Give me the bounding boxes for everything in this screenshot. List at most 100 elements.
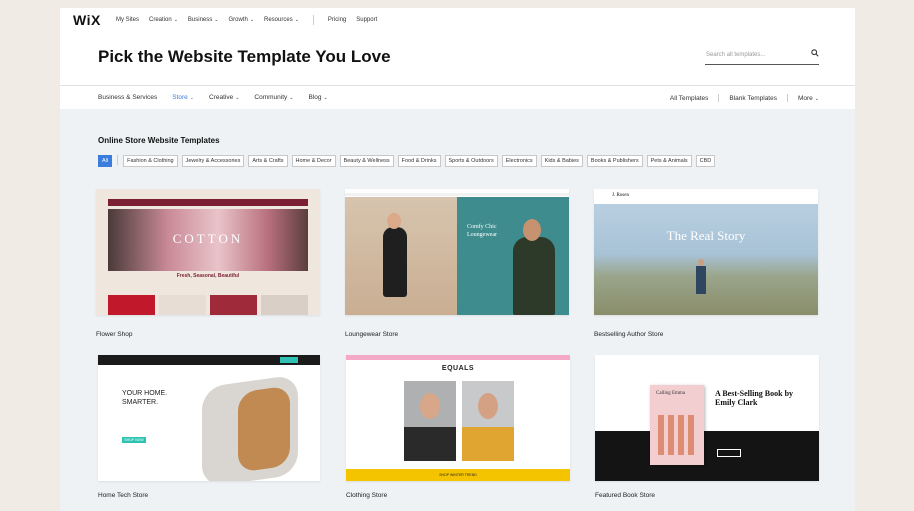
template-thumbnail[interactable]: EQUALS SHOP WINTER TREND	[346, 355, 570, 481]
category-community[interactable]: Community ⌄	[254, 94, 293, 101]
chip-jewelry[interactable]: Jewelry & Accessories	[181, 155, 245, 167]
search-box[interactable]: Search all templates...	[705, 49, 819, 65]
preview-header	[345, 193, 569, 196]
nav-creation[interactable]: Creation ⌄	[149, 17, 178, 27]
template-thumbnail[interactable]: J. Rosen The Real Story	[594, 189, 818, 315]
preview-hero-bottom	[595, 431, 819, 481]
all-templates-link[interactable]: All Templates	[670, 95, 709, 102]
template-thumbnail[interactable]: COTTON Fresh, Seasonal, Beautiful	[96, 189, 320, 315]
nav-my-sites[interactable]: My Sites	[116, 17, 139, 27]
category-store[interactable]: Store ⌄	[172, 94, 194, 101]
template-thumbnail[interactable]: Calling Emma A Best-Selling Book by Emil…	[595, 355, 819, 481]
preview-model-head	[478, 393, 498, 419]
chip-electronics[interactable]: Electronics	[501, 155, 537, 167]
chevron-down-icon: ⌄	[289, 95, 294, 101]
preview-product	[202, 374, 298, 481]
preview-header	[108, 199, 308, 206]
preview-header	[595, 355, 819, 365]
preview-book-cover: Calling Emma	[650, 385, 704, 465]
preview-model-shirt	[404, 427, 456, 461]
preview-model	[513, 237, 555, 315]
chip-cbd[interactable]: CBD	[695, 155, 716, 167]
preview-brand: J. Rosen	[612, 193, 629, 198]
chip-pets[interactable]: Pets & Animals	[646, 155, 692, 167]
wix-logo[interactable]: WiX	[73, 12, 101, 28]
preview-header: J. Rosen	[594, 189, 818, 204]
filter-chips: All Fashion & Clothing Jewelry & Accesso…	[98, 155, 716, 167]
nav-divider	[312, 15, 314, 25]
category-store-label: Store	[172, 94, 188, 101]
section-title: Online Store Website Templates	[98, 136, 220, 145]
nav-pricing[interactable]: Pricing	[328, 17, 346, 27]
templates-section: Online Store Website Templates All Fashi…	[60, 109, 855, 511]
template-name[interactable]: Loungewear Store	[345, 331, 398, 338]
template-thumbnail[interactable]: Comfy Chic Loungewear	[345, 189, 569, 315]
chevron-down-icon: ⌄	[189, 95, 194, 101]
template-name[interactable]: Featured Book Store	[595, 492, 655, 499]
category-blog[interactable]: Blog ⌄	[309, 94, 328, 101]
chip-fashion[interactable]: Fashion & Clothing	[123, 155, 178, 167]
chip-arts[interactable]: Arts & Crafts	[248, 155, 288, 167]
top-nav: WiX My Sites Creation ⌄ Business ⌄ Growth ⌄…	[60, 8, 855, 34]
nav-support[interactable]: Support	[356, 17, 377, 27]
chevron-down-icon: ⌄	[814, 95, 819, 102]
preview-topbar	[346, 355, 570, 360]
preview-header	[98, 355, 320, 365]
category-creative-label: Creative	[209, 94, 234, 101]
preview-products	[108, 295, 308, 315]
chevron-down-icon: ⌄	[323, 95, 328, 101]
preview-model-shirt	[462, 427, 514, 461]
divider	[718, 94, 720, 102]
nav-business[interactable]: Business ⌄	[188, 17, 219, 27]
preview-model-head	[420, 393, 440, 419]
more-label: More	[797, 94, 813, 102]
chip-food[interactable]: Food & Drinks	[397, 155, 441, 167]
preview-hero-title: COTTON	[172, 231, 244, 246]
nav-growth[interactable]: Growth ⌄	[228, 17, 254, 27]
preview-product	[210, 295, 257, 315]
preview-footer-bar: SHOP WINTER TREND	[346, 469, 570, 481]
more-menu[interactable]: More ⌄	[798, 95, 819, 102]
chip-divider	[117, 155, 119, 165]
chip-books[interactable]: Books & Publishers	[586, 155, 643, 167]
chip-sports[interactable]: Sports & Outdoors	[444, 155, 498, 167]
preview-photo-left	[345, 197, 457, 315]
nav-creation-label: Creation	[149, 17, 172, 23]
page-title: Pick the Website Template You Love	[98, 47, 391, 66]
category-business-services[interactable]: Business & Services	[98, 94, 157, 101]
preview-cta: SHOP NOW	[122, 437, 146, 443]
nav-business-label: Business	[187, 17, 213, 23]
category-blog-label: Blog	[308, 94, 322, 101]
preview-cta	[717, 449, 741, 457]
preview-product	[159, 295, 206, 315]
chip-beauty[interactable]: Beauty & Wellness	[339, 155, 394, 167]
preview-photo-left	[404, 381, 456, 461]
preview-figure-head	[698, 259, 704, 266]
template-name[interactable]: Home Tech Store	[98, 492, 148, 499]
blank-templates-link[interactable]: Blank Templates	[729, 95, 777, 102]
preview-product-wood	[238, 385, 290, 473]
chevron-down-icon: ⌄	[214, 17, 219, 23]
template-name[interactable]: Clothing Store	[346, 492, 387, 499]
preview-hero-title: The Real Story	[666, 228, 746, 243]
preview-figure	[696, 266, 706, 294]
template-thumbnail[interactable]: YOUR HOME. SMARTER. SHOP NOW	[98, 355, 320, 481]
chip-kids[interactable]: Kids & Babies	[540, 155, 583, 167]
chip-all[interactable]: All	[98, 155, 113, 167]
preview-photo-right	[462, 381, 514, 461]
search-icon[interactable]	[811, 49, 819, 57]
preview-book-art	[658, 415, 696, 455]
chevron-down-icon: ⌄	[249, 17, 255, 23]
template-name[interactable]: Bestselling Author Store	[594, 331, 663, 338]
search-input[interactable]: Search all templates...	[706, 52, 765, 58]
template-name[interactable]: Flower Shop	[96, 331, 133, 338]
nav-resources[interactable]: Resources ⌄	[264, 17, 299, 27]
preview-model-head	[523, 219, 541, 241]
category-creative[interactable]: Creative ⌄	[209, 94, 239, 101]
preview-hero: COTTON	[108, 209, 308, 271]
nav-resources-label: Resources	[264, 17, 293, 23]
divider	[786, 94, 788, 102]
preview-photo-right: Comfy Chic Loungewear	[457, 197, 569, 315]
preview-hero-title: A Best-Selling Book by Emily Clark	[715, 389, 794, 407]
chip-home-decor[interactable]: Home & Decor	[291, 155, 336, 167]
